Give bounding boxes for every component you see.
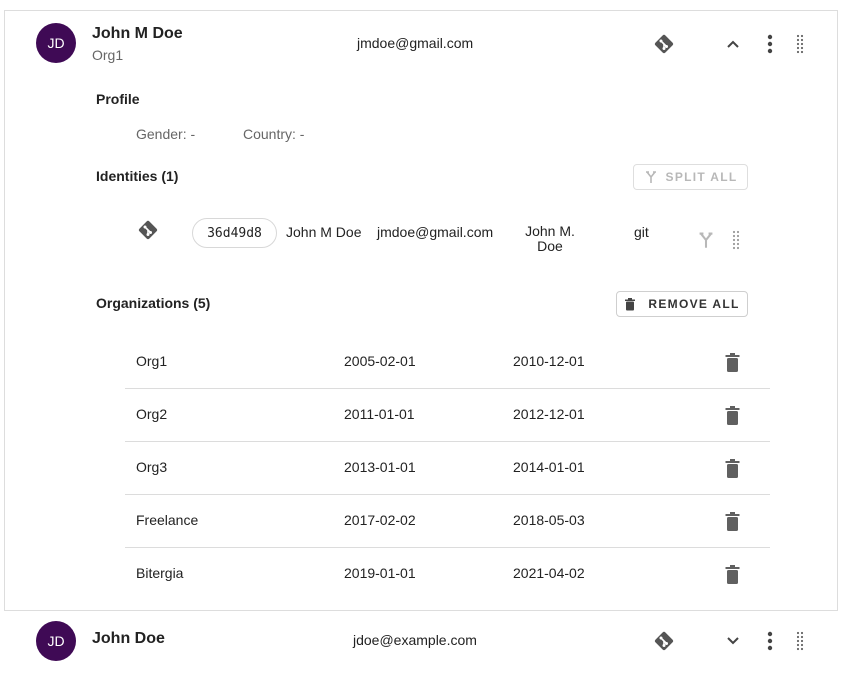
profile-gender: Gender: - <box>136 126 196 142</box>
trash-icon <box>725 458 739 478</box>
identity-source: git <box>634 224 649 240</box>
organization-end-date: 2021-04-02 <box>513 565 585 581</box>
trash-icon <box>725 511 739 531</box>
remove-all-button[interactable]: REMOVE ALL <box>616 291 748 317</box>
organization-end-date: 2014-01-01 <box>513 459 585 475</box>
chevron-up-icon <box>727 40 739 48</box>
identity-uuid-chip[interactable]: 36d49d8 <box>192 218 277 248</box>
split-all-button[interactable]: SPLIT ALL <box>633 164 748 190</box>
organization-name: Org1 <box>136 353 168 369</box>
identity-email: jmdoe@gmail.com <box>377 224 494 240</box>
avatar: JD <box>36 23 76 63</box>
organization-row: Freelance 2017-02-02 2018-05-03 <box>125 495 770 548</box>
identity-username-line2: Doe <box>537 238 563 254</box>
organization-row: Bitergia 2019-01-01 2021-04-02 <box>125 548 770 601</box>
organization-name: Freelance <box>136 512 199 528</box>
delete-organization-button[interactable] <box>721 562 743 586</box>
drag-handle[interactable] <box>791 31 809 57</box>
profile-title: Profile <box>96 91 140 107</box>
split-identity-button[interactable] <box>695 229 717 251</box>
organization-row: Org2 2011-01-01 2012-12-01 <box>125 389 770 442</box>
more-options-button[interactable] <box>759 628 781 654</box>
trash-icon <box>725 564 739 584</box>
individual-card-expanded: JD John M Doe Org1 jmdoe@gmail.com Profi… <box>4 10 838 611</box>
identity-username: John M. Doe <box>505 224 595 254</box>
individual-email: jdoe@example.com <box>353 632 477 648</box>
drag-handle[interactable] <box>791 628 809 654</box>
drag-indicator-icon <box>796 631 804 651</box>
delete-organization-button[interactable] <box>721 403 743 427</box>
individual-email: jmdoe@gmail.com <box>357 35 474 51</box>
identity-username-line1: John M. <box>525 223 575 239</box>
delete-organization-button[interactable] <box>721 456 743 480</box>
individual-organization: Org1 <box>92 47 124 63</box>
organization-end-date: 2012-12-01 <box>513 406 585 422</box>
delete-organization-button[interactable] <box>721 350 743 374</box>
individual-card-collapsed[interactable]: JD John Doe jdoe@example.com <box>0 612 855 689</box>
organization-name: Bitergia <box>136 565 184 581</box>
split-icon <box>645 171 656 183</box>
organization-start-date: 2019-01-01 <box>344 565 416 581</box>
trash-icon <box>725 352 739 372</box>
git-icon <box>653 33 675 55</box>
organization-row: Org3 2013-01-01 2014-01-01 <box>125 442 770 495</box>
identity-drag-handle[interactable] <box>729 229 743 251</box>
avatar: JD <box>36 621 76 661</box>
profile-country: Country: - <box>243 126 305 142</box>
organization-name: Org3 <box>136 459 168 475</box>
organization-row: Org1 2005-02-01 2010-12-01 <box>125 336 770 389</box>
expand-button[interactable] <box>721 630 745 652</box>
remove-all-label: REMOVE ALL <box>648 297 740 311</box>
organizations-title: Organizations (5) <box>96 295 211 311</box>
organization-end-date: 2010-12-01 <box>513 353 585 369</box>
identities-title: Identities (1) <box>96 168 179 184</box>
organization-start-date: 2013-01-01 <box>344 459 416 475</box>
drag-indicator-icon <box>732 230 740 250</box>
organization-name: Org2 <box>136 406 168 422</box>
drag-indicator-icon <box>796 34 804 54</box>
split-all-label: SPLIT ALL <box>665 170 738 184</box>
more-vert-icon <box>767 34 773 54</box>
delete-organization-button[interactable] <box>721 509 743 533</box>
organization-start-date: 2017-02-02 <box>344 512 416 528</box>
trash-icon <box>625 297 636 310</box>
more-options-button[interactable] <box>759 31 781 57</box>
identity-name: John M Doe <box>286 224 362 240</box>
organization-start-date: 2005-02-01 <box>344 353 416 369</box>
organization-end-date: 2018-05-03 <box>513 512 585 528</box>
avatar-initials: JD <box>47 35 65 51</box>
individual-name: John Doe <box>92 630 165 647</box>
avatar-initials: JD <box>47 633 65 649</box>
more-vert-icon <box>767 631 773 651</box>
organization-start-date: 2011-01-01 <box>344 406 415 422</box>
identity-source-git-icon <box>137 219 159 241</box>
git-icon <box>653 630 675 652</box>
individual-name: John M Doe <box>92 25 183 42</box>
split-icon <box>699 232 713 248</box>
collapse-button[interactable] <box>721 33 745 55</box>
trash-icon <box>725 405 739 425</box>
chevron-down-icon <box>727 637 739 645</box>
